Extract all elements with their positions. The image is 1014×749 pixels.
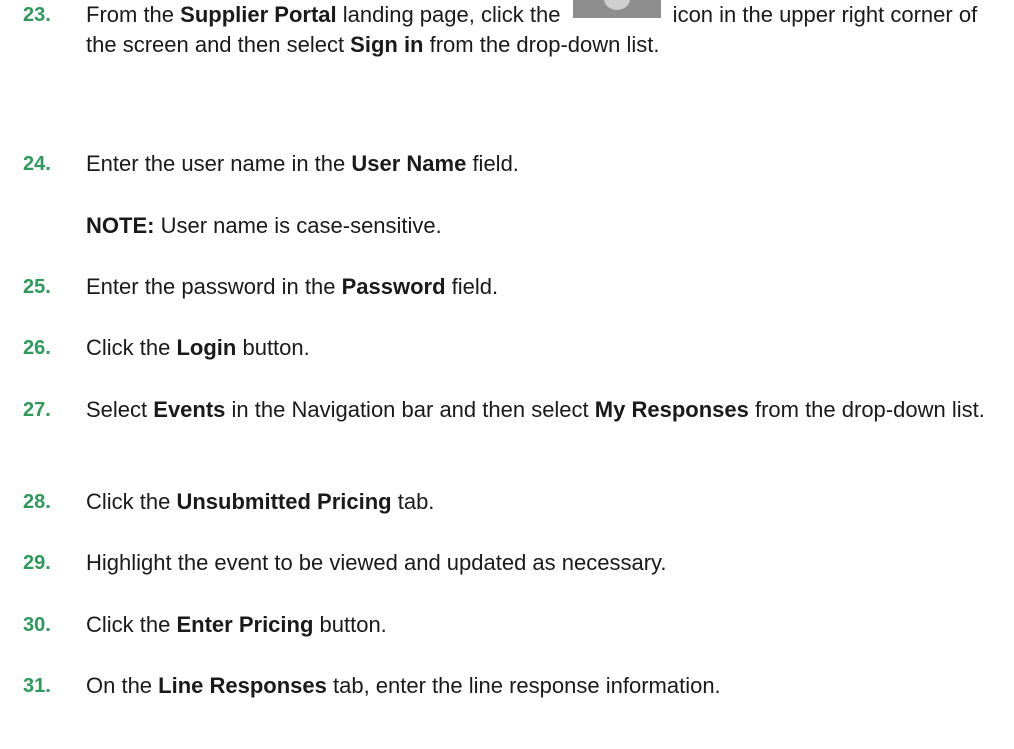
step-number: 30. (23, 614, 51, 636)
note-label: NOTE: (86, 213, 155, 238)
step-number: 25. (23, 276, 51, 298)
step-number: 29. (23, 552, 51, 574)
step-text-run: tab, enter the line response information… (326, 673, 721, 698)
step-text-run: Enter the user name in the (86, 151, 352, 176)
step-text-run: Click the (86, 335, 177, 360)
step-number: 27. (23, 399, 51, 421)
ui-term-login: Login (176, 335, 237, 360)
ui-term-unsubmitted-pricing: Unsubmitted Pricing (176, 489, 392, 514)
ui-term-line-responses: Line Responses (158, 673, 327, 698)
note: NOTE: User name is case-sensitive. (86, 211, 996, 241)
ui-term-user-name: User Name (351, 151, 467, 176)
ui-term-supplier-portal: Supplier Portal (180, 2, 337, 27)
step-text: Click the Enter Pricing button. (86, 610, 996, 640)
note-text: User name is case-sensitive. (154, 213, 442, 238)
step-text-run: Enter the password in the (86, 274, 342, 299)
step-number: 28. (23, 491, 51, 513)
ui-term-password: Password (341, 274, 446, 299)
step-number: 26. (23, 337, 51, 359)
step-text-run: Highlight the event to be viewed and upd… (86, 550, 667, 575)
ui-term-my-responses: My Responses (594, 397, 749, 422)
step-number: 23. (23, 4, 51, 26)
step-text-run: from the drop-down list. (423, 32, 660, 57)
step-text-run: in the Navigation bar and then select (225, 397, 595, 422)
step-number: 24. (23, 153, 51, 175)
step-text: Select Events in the Navigation bar and … (86, 395, 996, 425)
ui-term-events: Events (153, 397, 226, 422)
step-text-run: from the drop-down list. (748, 397, 985, 422)
step-text-run: On the (86, 673, 159, 698)
step-text-run: From the (86, 2, 181, 27)
step-text-run: landing page, click the (336, 2, 567, 27)
step-text-run: Select (86, 397, 154, 422)
step-text: Click the Login button. (86, 333, 996, 363)
step-text-run: button. (236, 335, 310, 360)
step-text: Click the Unsubmitted Pricing tab. (86, 487, 996, 517)
step-text: On the Line Responses tab, enter the lin… (86, 671, 996, 701)
step-text: From the Supplier Portal landing page, c… (86, 0, 996, 60)
step-text: Highlight the event to be viewed and upd… (86, 548, 996, 578)
step-number: 31. (23, 675, 51, 697)
ui-term-sign-in: Sign in (350, 32, 424, 57)
user-profile-icon (572, 0, 661, 18)
step-text-run: Click the (86, 612, 177, 637)
step-text: Enter the user name in the User Name fie… (86, 149, 996, 179)
step-text: Enter the password in the Password field… (86, 272, 996, 302)
step-text-run: field. (445, 274, 499, 299)
ui-term-enter-pricing: Enter Pricing (176, 612, 314, 637)
step-text-run: Click the (86, 489, 177, 514)
step-text-run: field. (466, 151, 519, 176)
step-text-run: button. (313, 612, 387, 637)
step-text-run: tab. (391, 489, 435, 514)
